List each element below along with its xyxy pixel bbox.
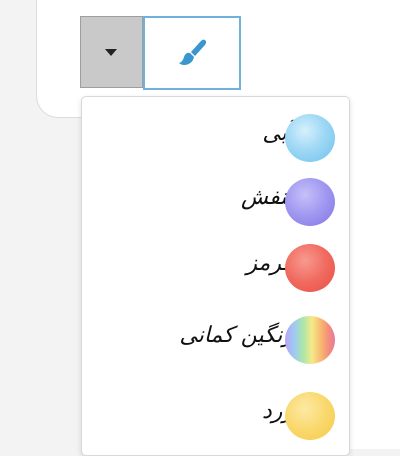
color-option-purple[interactable]: بنفش: [82, 169, 349, 229]
color-option-red[interactable]: قرمز: [82, 235, 349, 295]
color-option-yellow[interactable]: زرد: [82, 383, 349, 443]
purple-watercolor-swatch: [285, 178, 335, 226]
paint-brush-button[interactable]: [143, 16, 241, 90]
color-option-blue[interactable]: آبی: [82, 105, 349, 165]
color-dropdown-menu: آبی بنفش قرمز رنگین کمانی زرد: [81, 96, 350, 456]
paintbrush-icon: [179, 39, 207, 65]
red-watercolor-swatch: [285, 244, 335, 292]
rainbow-watercolor-swatch: [285, 316, 335, 364]
color-dropdown-toggle[interactable]: [80, 16, 143, 88]
yellow-watercolor-swatch: [285, 392, 335, 440]
blue-watercolor-swatch: [285, 114, 335, 162]
caret-down-icon: [105, 49, 117, 56]
color-option-rainbow[interactable]: رنگین کمانی: [82, 307, 349, 367]
page-right-margin: [350, 0, 400, 449]
color-option-label: رنگین کمانی: [179, 323, 293, 348]
